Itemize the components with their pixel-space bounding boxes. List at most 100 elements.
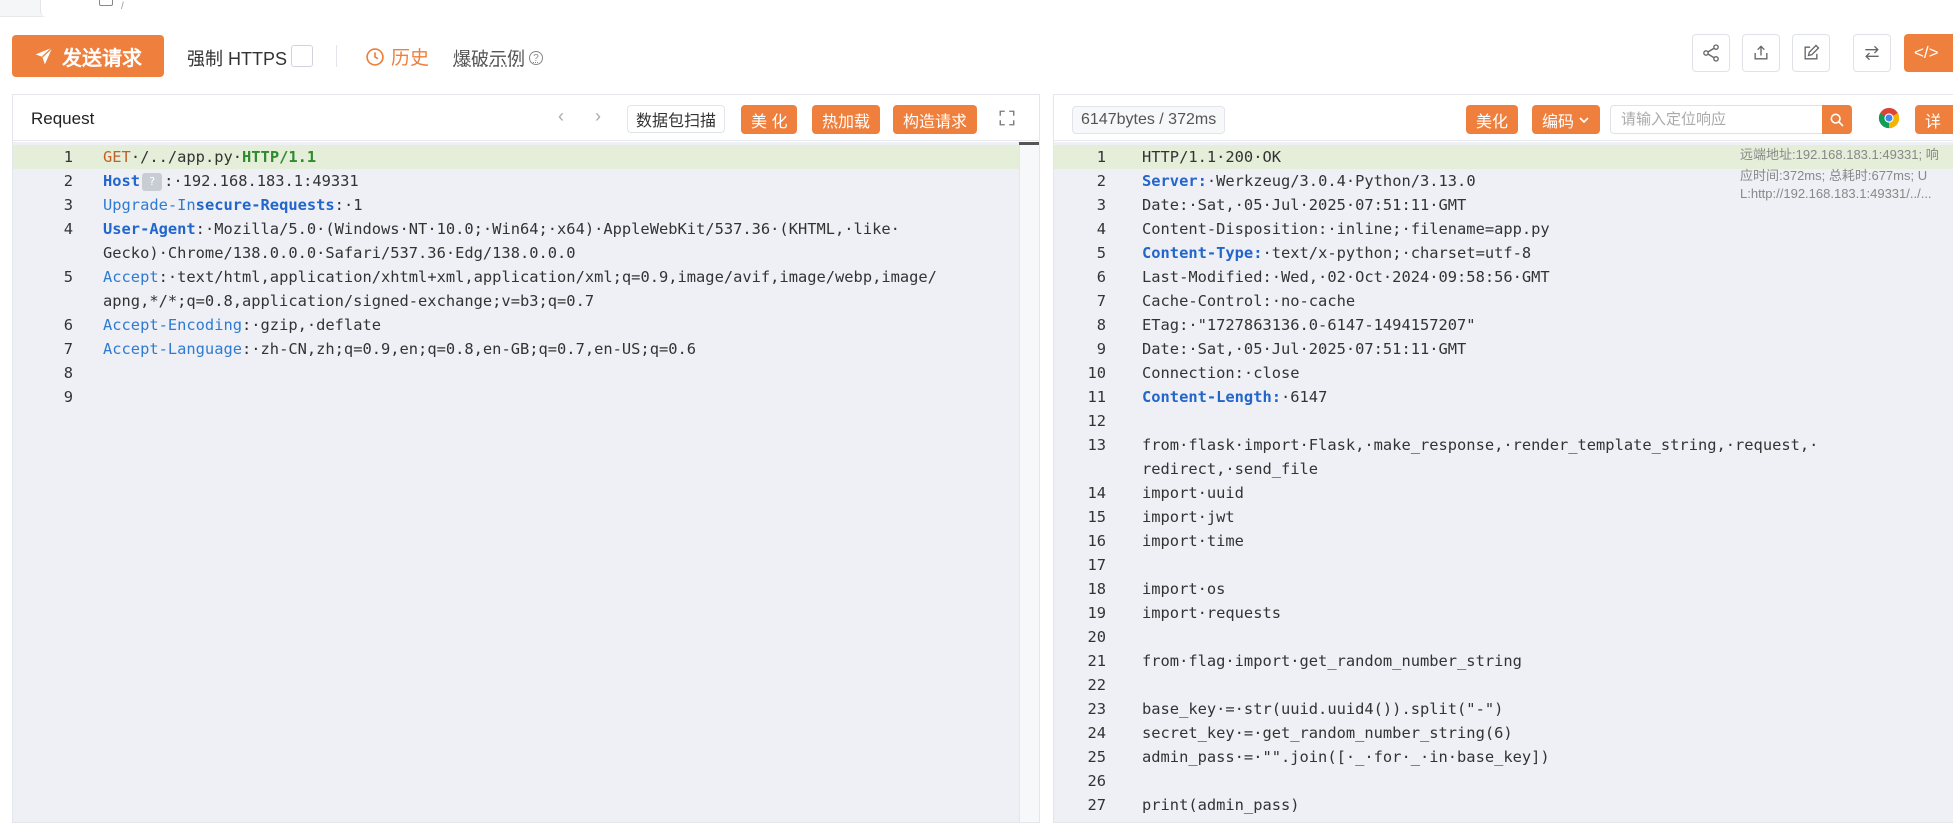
- code-line: 20: [1054, 625, 1953, 649]
- request-beautify-button[interactable]: 美 化: [741, 105, 798, 134]
- response-search-button[interactable]: [1822, 105, 1852, 134]
- line-number: 4: [63, 220, 73, 238]
- response-editor[interactable]: 2827print(admin_pass)2625admin_pass·=·""…: [1054, 142, 1953, 823]
- code-line: 1 GET·/../app.py·HTTP/1.1: [13, 145, 1039, 169]
- send-request-button[interactable]: 发送请求: [12, 35, 164, 77]
- prev-arrow-icon[interactable]: ‹: [558, 106, 564, 127]
- code-line: 16 import·time: [1054, 529, 1953, 553]
- code-token: apng,*/*;q=0.8,application/signed-exchan…: [103, 292, 595, 310]
- code-line: 15 import·jwt: [1054, 505, 1953, 529]
- upload-icon: [1754, 45, 1768, 60]
- swap-button[interactable]: [1853, 34, 1891, 72]
- chrome-icon[interactable]: [1878, 107, 1900, 129]
- history-button[interactable]: 历史: [365, 43, 429, 70]
- code-text: from·flask·import·Flask,·make_response,·…: [1142, 433, 1818, 457]
- swap-icon: [1865, 45, 1879, 61]
- force-https-checkbox[interactable]: [291, 45, 313, 67]
- code-text: Content-Length:·6147: [1142, 385, 1327, 409]
- tab-strip: /: [0, 0, 1953, 17]
- code-token: Content-Length:: [1142, 388, 1281, 406]
- code-line: 17: [1054, 553, 1953, 577]
- line-number: 11: [1087, 388, 1106, 406]
- line-number: 12: [1087, 412, 1106, 430]
- fullscreen-icon[interactable]: [998, 109, 1016, 127]
- code-text: GET·/../app.py·HTTP/1.1: [103, 145, 316, 169]
- code-view-button[interactable]: </>: [1904, 34, 1953, 72]
- code-token: GET: [103, 148, 131, 166]
- code-text: redirect,·send_file: [1142, 457, 1318, 481]
- share-button[interactable]: [1692, 34, 1730, 72]
- code-token: import·jwt: [1142, 508, 1235, 526]
- code-text: import·time: [1142, 529, 1244, 553]
- code-token: :·Mozilla/5.0·(Windows·NT·10.0;·Win64;·x…: [195, 220, 900, 238]
- code-line: 7 Cache-Control:·no-cache: [1054, 289, 1953, 313]
- response-stats-text: 6147bytes / 372ms: [1081, 111, 1217, 128]
- response-beautify-label: 美化: [1476, 113, 1509, 131]
- code-line: 5 Accept:·text/html,application/xhtml+xml…: [13, 265, 1039, 289]
- line-number: 19: [1087, 604, 1106, 622]
- code-text: Cache-Control:·no-cache: [1142, 289, 1355, 313]
- code-line: redirect,·send_file: [1054, 457, 1953, 481]
- code-token: Cache-Control:·no-cache: [1142, 292, 1356, 310]
- search-icon: [1830, 113, 1844, 127]
- hint-badge-icon: ?: [142, 172, 163, 191]
- code-text: import·requests: [1142, 601, 1281, 625]
- code-text: Date:·Sat,·05·Jul·2025·07:51:11·GMT: [1142, 337, 1466, 361]
- code-line: 12: [1054, 409, 1953, 433]
- line-number: 3: [63, 196, 73, 214]
- line-number: 8: [63, 364, 73, 382]
- line-number: 1: [63, 148, 73, 166]
- request-editor[interactable]: 9 8 7 Accept-Language:·zh-CN,zh;q=0.9,en;q=…: [13, 142, 1039, 822]
- code-text: base_key·=·str(uuid.uuid4()).split("-"): [1142, 697, 1503, 721]
- code-text: secret_key·=·get_random_number_string(6): [1142, 721, 1513, 745]
- export-button[interactable]: [1742, 34, 1780, 72]
- code-text: Content-Type:·text/x-python;·charset=utf…: [1142, 241, 1531, 265]
- help-icon: ?: [529, 51, 543, 65]
- packet-scan-button[interactable]: 数据包扫描: [627, 105, 726, 133]
- line-number: 18: [1087, 580, 1106, 598]
- code-token: Connection:·close: [1142, 364, 1300, 382]
- code-token: secure-Requests: [195, 196, 335, 214]
- tab-page-icon: [99, 0, 113, 6]
- encoding-dropdown[interactable]: 编码: [1532, 105, 1601, 134]
- code-text: import·jwt: [1142, 505, 1235, 529]
- request-scrollbar[interactable]: [1019, 142, 1039, 822]
- code-line: 8: [13, 361, 1039, 385]
- build-request-button[interactable]: 构造请求: [893, 105, 978, 134]
- code-line: 23 base_key·=·str(uuid.uuid4()).split("-"…: [1054, 697, 1953, 721]
- hotload-button[interactable]: 热加载: [812, 105, 881, 134]
- chevron-down-icon: [1579, 116, 1589, 123]
- line-number: 22: [1087, 676, 1106, 694]
- detail-button[interactable]: 详: [1915, 105, 1953, 134]
- edit-button[interactable]: [1792, 34, 1830, 72]
- code-token: Date:·Sat,·05·Jul·2025·07:51:11·GMT: [1142, 196, 1467, 214]
- hotload-label: 热加载: [822, 113, 871, 131]
- line-number: 2: [63, 172, 73, 190]
- active-tab[interactable]: /: [40, 0, 1953, 17]
- line-number: 24: [1087, 724, 1106, 742]
- brute-force-example-link[interactable]: 爆破示例 ?: [453, 45, 543, 71]
- code-line: Gecko)·Chrome/138.0.0.0·Safari/537.36·Ed…: [13, 241, 1039, 265]
- code-token: HTTP/1.1: [242, 148, 317, 166]
- code-token: import·requests: [1142, 604, 1281, 622]
- line-number: 8: [1096, 316, 1106, 334]
- request-scroll-thumb[interactable]: [1019, 142, 1039, 145]
- response-beautify-button[interactable]: 美化: [1466, 105, 1519, 134]
- line-number: 4: [1096, 220, 1106, 238]
- code-text: Content-Disposition:·inline;·filename=ap…: [1142, 217, 1550, 241]
- code-text: print(admin_pass): [1142, 793, 1300, 817]
- request-panel-title: Request: [31, 109, 95, 128]
- send-icon: [35, 47, 53, 65]
- code-token: :·text/html,application/xhtml+xml,applic…: [158, 268, 937, 286]
- code-token: ·Werkzeug/3.0.4·Python/3.13.0: [1206, 172, 1476, 190]
- code-text: Upgrade-Insecure-Requests:·1: [103, 193, 362, 217]
- code-line: apng,*/*;q=0.8,application/signed-exchan…: [13, 289, 1039, 313]
- response-meta-line-2: 应时间:372ms; 总耗时:677ms; U: [1740, 168, 1928, 183]
- code-line: 4 Content-Disposition:·inline;·filename=a…: [1054, 217, 1953, 241]
- response-search: [1610, 105, 1852, 134]
- code-token: Last-Modified:·Wed,·02·Oct·2024·09:58:56…: [1142, 268, 1550, 286]
- response-stats: 6147bytes / 372ms: [1072, 106, 1226, 134]
- next-arrow-icon[interactable]: ›: [595, 106, 601, 127]
- code-text: Last-Modified:·Wed,·02·Oct·2024·09:58:56…: [1142, 265, 1550, 289]
- response-search-input[interactable]: [1611, 106, 1823, 133]
